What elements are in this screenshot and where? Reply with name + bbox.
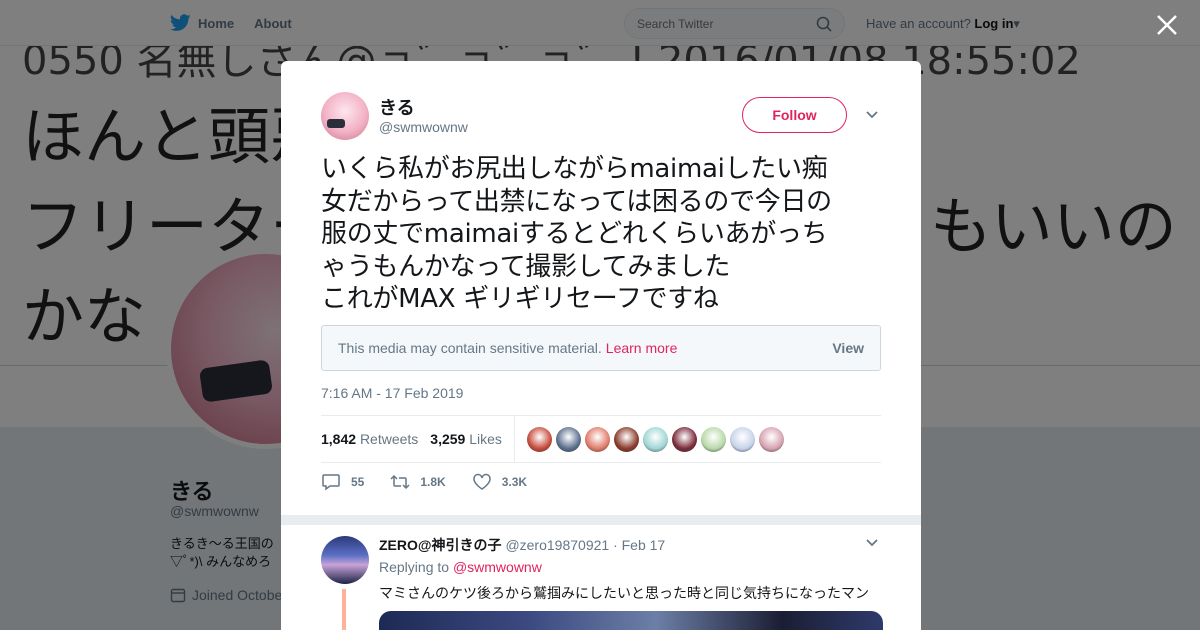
like-action[interactable]: 3.3K — [472, 473, 527, 491]
retweets-stat[interactable]: 1,842 Retweets — [321, 431, 418, 447]
retweets-count: 1,842 — [321, 431, 357, 447]
tweet-modal: きる @swmwownw Follow いくら私がお尻出しながらmaimaiした… — [281, 61, 921, 630]
sensitive-text: This media may contain sensitive materia… — [338, 340, 602, 356]
heart-icon — [472, 473, 491, 490]
tweet-timestamp[interactable]: 7:16 AM - 17 Feb 2019 — [321, 385, 463, 401]
reply-media[interactable] — [379, 611, 883, 630]
replying-to-link[interactable]: @swmwownw — [453, 559, 542, 575]
retweet-count: 1.8K — [420, 475, 446, 489]
liker-avatar[interactable] — [613, 426, 639, 452]
liker-avatar[interactable] — [526, 426, 552, 452]
liker-avatar[interactable] — [555, 426, 581, 452]
liker-avatar[interactable] — [700, 426, 726, 452]
retweet-action[interactable]: 1.8K — [390, 473, 446, 491]
likes-label: Likes — [469, 431, 502, 447]
retweet-icon — [390, 474, 410, 490]
chevron-down-icon[interactable] — [865, 108, 879, 122]
reply-text: マミさんのケツ後ろから鷲掴みにしたいと思った時と同じ気持ちになったマン — [379, 586, 869, 602]
reply-author-handle[interactable]: @zero19870921 — [505, 537, 609, 553]
retweets-label: Retweets — [359, 431, 419, 447]
liker-avatar[interactable] — [642, 426, 668, 452]
replies-divider — [281, 515, 921, 525]
avatar-bow — [327, 119, 345, 128]
likes-count: 3,259 — [430, 431, 466, 447]
liker-avatar[interactable] — [671, 426, 697, 452]
likes-stat[interactable]: 3,259 Likes — [430, 431, 502, 447]
close-icon[interactable] — [1154, 12, 1180, 38]
like-count: 3.3K — [501, 475, 528, 489]
tweet-avatar[interactable] — [321, 92, 369, 140]
follow-button[interactable]: Follow — [742, 97, 847, 133]
liker-avatars — [526, 426, 784, 452]
tweet-author-name[interactable]: きる — [379, 94, 415, 120]
liker-avatar[interactable] — [758, 426, 784, 452]
liker-avatar[interactable] — [584, 426, 610, 452]
reply-thread-line — [342, 589, 346, 630]
tweet-actions: 55 1.8K 3.3K — [321, 473, 553, 491]
stats-divider — [513, 415, 515, 463]
view-media-button[interactable]: View — [832, 340, 864, 356]
tweet-text: いくら私がお尻出しながらmaimaiしたい痴 女だからって出禁になっては困るので… — [321, 154, 832, 314]
reply-action[interactable]: 55 — [321, 473, 364, 491]
chevron-down-icon[interactable] — [865, 536, 879, 550]
replying-to: Replying to @swmwownw — [379, 559, 542, 575]
sensitive-media-notice: This media may contain sensitive materia… — [321, 325, 881, 371]
reply-icon — [322, 474, 340, 491]
tweet-author-handle[interactable]: @swmwownw — [379, 119, 468, 135]
replying-prefix: Replying to — [379, 559, 450, 575]
tweet-stats: 1,842 Retweets 3,259 Likes — [321, 415, 881, 463]
reply-avatar[interactable] — [321, 536, 369, 584]
reply-count: 55 — [351, 475, 365, 489]
reply-date[interactable]: · Feb 17 — [613, 537, 665, 553]
liker-avatar[interactable] — [729, 426, 755, 452]
reply-author-name[interactable]: ZERO@神引きの子 — [379, 537, 502, 553]
reply-header: ZERO@神引きの子 @zero19870921 · Feb 17 — [379, 535, 665, 555]
learn-more-link[interactable]: Learn more — [606, 340, 678, 356]
